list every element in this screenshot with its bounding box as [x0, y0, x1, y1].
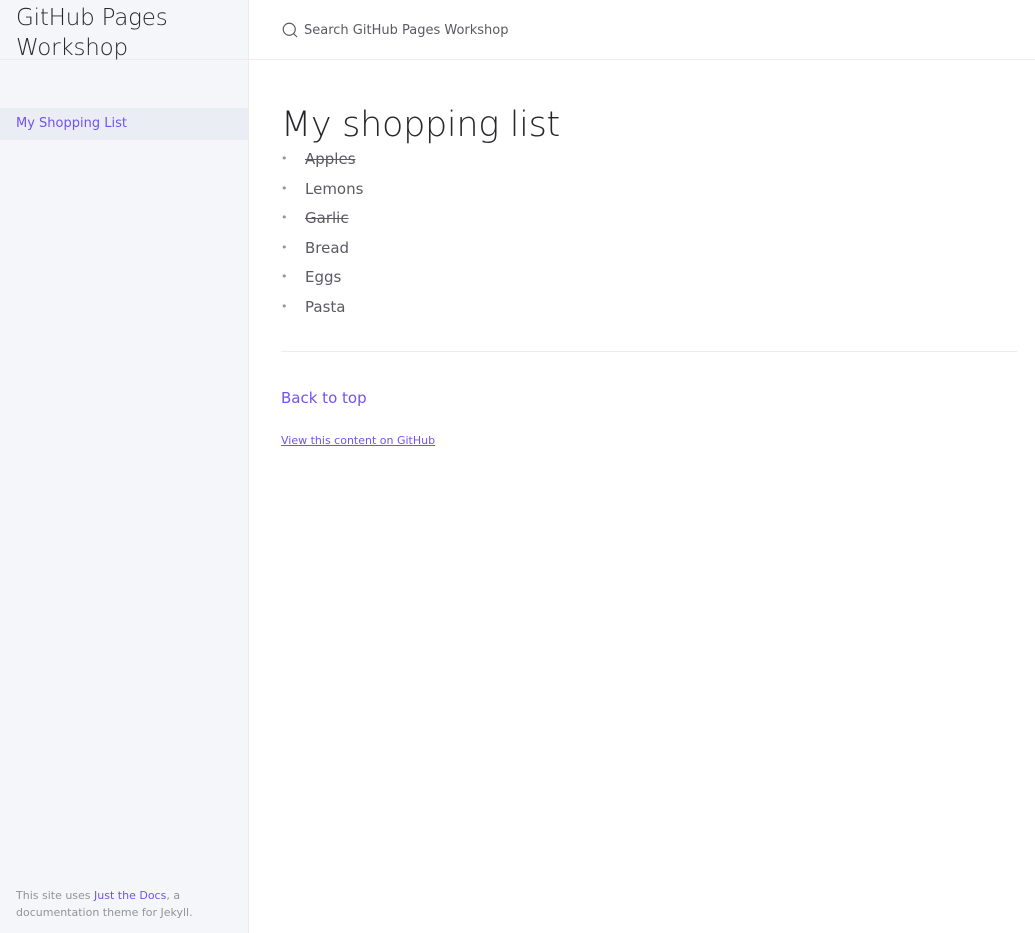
- list-item-text: Apples: [305, 150, 356, 168]
- search-bar: [281, 20, 704, 40]
- list-item: Lemons: [281, 179, 1017, 199]
- view-on-github-link[interactable]: View this content on GitHub: [281, 434, 1017, 447]
- site-header: GitHub Pages Workshop: [0, 0, 248, 63]
- sidebar: GitHub Pages Workshop My Shopping List T…: [0, 0, 249, 933]
- site-title-line1: GitHub Pages: [16, 5, 168, 31]
- search-input[interactable]: [304, 22, 704, 38]
- sidebar-nav: My Shopping List: [0, 108, 248, 140]
- list-item-text: Bread: [305, 238, 350, 257]
- list-item: Garlic: [281, 208, 1017, 228]
- list-item: Eggs: [281, 267, 1017, 287]
- main-content-area: My shopping list Apples Lemons Garlic Br…: [249, 0, 1035, 933]
- content-divider: [281, 350, 1017, 352]
- site-title-link[interactable]: GitHub Pages Workshop: [0, 0, 248, 63]
- page-title: My shopping list: [281, 105, 560, 145]
- page-layout: GitHub Pages Workshop My Shopping List T…: [0, 0, 1035, 933]
- list-item: Bread: [281, 238, 1017, 258]
- list-item-text: Garlic: [305, 209, 349, 228]
- shopping-list: Apples Lemons Garlic Bread Eggs Pasta: [281, 149, 1017, 317]
- just-the-docs-link[interactable]: Just the Docs: [94, 889, 166, 902]
- list-item: Pasta: [281, 297, 1017, 317]
- footer-prefix: This site uses: [16, 889, 95, 902]
- site-footer: This site uses Just the Docs, a document…: [16, 887, 236, 921]
- list-item-text: Eggs: [305, 268, 342, 287]
- search-icon: [281, 21, 299, 39]
- list-item: Apples: [281, 149, 1017, 169]
- page-content: My shopping list Apples Lemons Garlic Br…: [281, 60, 1017, 447]
- list-item-text: Pasta: [305, 297, 346, 316]
- site-title-line2: Workshop: [16, 35, 128, 61]
- main-header: [249, 0, 1035, 60]
- sidebar-item-my-shopping-list[interactable]: My Shopping List: [0, 108, 248, 140]
- list-item-text: Lemons: [305, 179, 364, 198]
- sidebar-nav-entry: My Shopping List: [0, 108, 248, 140]
- back-to-top-link[interactable]: Back to top: [281, 389, 367, 407]
